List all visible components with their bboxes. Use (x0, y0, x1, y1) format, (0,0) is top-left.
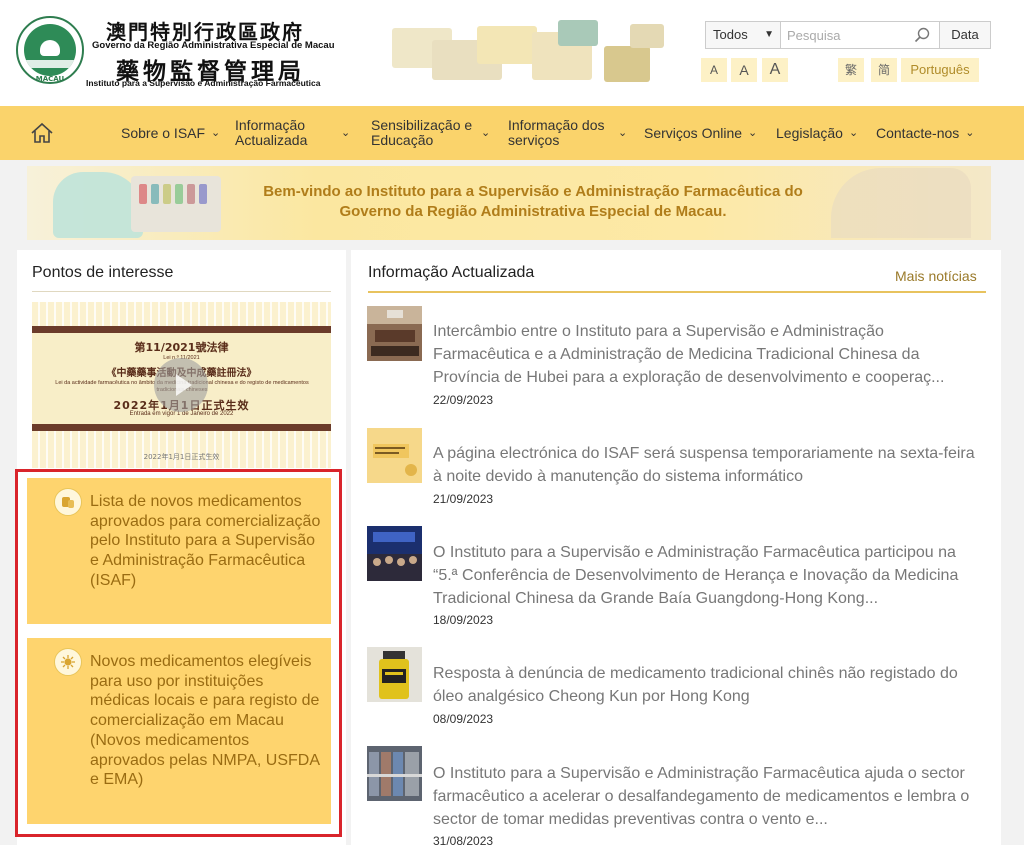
news-item-title[interactable]: A página electrónica do ISAF será suspen… (433, 442, 983, 488)
main-navigation: Sobre o ISAF ⌄ Informação Actualizada ⌄ Se… (0, 106, 1024, 160)
chevron-down-icon: ⌄ (341, 126, 351, 139)
nav-item-education[interactable]: Sensibilização e Educação ⌄ (371, 106, 495, 160)
news-thumbnail[interactable] (367, 428, 422, 483)
news-item-date: 08/09/2023 (433, 712, 494, 726)
nav-item-label: Sensibilização e Educação (371, 117, 473, 148)
more-news-link[interactable]: Mais notícias (895, 268, 977, 284)
chevron-down-icon: ⌄ (618, 126, 628, 139)
selection-highlight-box (15, 469, 342, 837)
divider (32, 291, 331, 292)
nav-item-label: Serviços Online (644, 124, 743, 141)
date-search-button[interactable]: Data (939, 21, 991, 49)
home-icon[interactable] (30, 122, 54, 144)
news-thumbnail[interactable] (367, 526, 422, 581)
points-of-interest-title: Pontos de interesse (32, 264, 174, 281)
nav-item-label: Contacte-nos (876, 124, 960, 141)
emblem-label: MACAU (35, 75, 65, 83)
chevron-down-icon: ⌄ (748, 126, 758, 139)
macau-emblem-logo[interactable]: MACAU (16, 16, 84, 84)
nav-item-contact[interactable]: Contacte-nos ⌄ (876, 106, 975, 160)
lang-traditional-chinese[interactable]: 繁 (838, 58, 864, 82)
font-size-large-button[interactable]: A (762, 58, 788, 82)
news-item-date: 31/08/2023 (433, 834, 494, 845)
nav-item-online-services[interactable]: Serviços Online ⌄ (644, 106, 757, 160)
font-size-medium-button[interactable]: A (731, 58, 757, 82)
nav-item-label: Sobre o ISAF (121, 124, 206, 141)
search-category-value: Todos (713, 27, 748, 42)
news-item-title[interactable]: O Instituto para a Supervisão e Administ… (433, 541, 983, 610)
law-card-caption: 2022年1月1日正式生效 (143, 453, 220, 461)
chevron-down-icon: ⌄ (211, 126, 221, 139)
font-size-small-button[interactable]: A (701, 58, 727, 82)
news-item-title[interactable]: Intercâmbio entre o Instituto para a Sup… (433, 320, 983, 389)
play-icon[interactable] (154, 358, 208, 412)
header-decorative-art (382, 18, 670, 88)
news-thumbnail[interactable] (367, 647, 422, 702)
news-item-title[interactable]: Resposta à denúncia de medicamento tradi… (433, 662, 983, 708)
institute-name-pt: Instituto para a Supervisão e Administra… (86, 78, 321, 88)
news-thumbnail[interactable] (367, 306, 422, 361)
government-name-pt: Governo da Região Administrativa Especia… (92, 40, 335, 51)
search-icon[interactable] (914, 27, 930, 43)
search-category-select[interactable]: Todos ▼ (705, 21, 781, 49)
chevron-down-icon: ⌄ (481, 126, 491, 139)
divider (368, 291, 986, 293)
lang-portuguese[interactable]: Português (901, 58, 979, 82)
latest-news-title: Informação Actualizada (368, 264, 535, 281)
news-item-date: 21/09/2023 (433, 492, 494, 506)
news-item-date: 22/09/2023 (433, 393, 494, 407)
news-item-title[interactable]: O Instituto para a Supervisão e Administ… (433, 762, 983, 831)
chevron-down-icon: ⌄ (965, 126, 975, 139)
nav-item-label: Informação Actualizada (235, 117, 308, 148)
chevron-down-icon: ⌄ (848, 126, 859, 139)
nav-item-label: Legislação (776, 124, 843, 141)
law-card-title: 第11/2021號法律 (134, 341, 229, 354)
welcome-line-2: Governo da Região Administrativa Especia… (339, 203, 727, 220)
chevron-down-icon: ▼ (764, 29, 774, 40)
welcome-banner: Bem-vindo ao Instituto para a Supervisão… (27, 166, 991, 240)
nav-item-news[interactable]: Informação Actualizada ⌄ (235, 106, 357, 160)
nav-item-label: Informação dos serviços (508, 117, 605, 148)
welcome-line-1: Bem-vindo ao Instituto para a Supervisão… (263, 183, 803, 200)
news-thumbnail[interactable] (367, 746, 422, 801)
news-item-date: 18/09/2023 (433, 613, 494, 627)
site-header: MACAU 澳門特別行政區政府 Governo da Região Admini… (0, 0, 1024, 106)
welcome-message: Bem-vindo ao Instituto para a Supervisão… (203, 182, 863, 222)
lang-simplified-chinese[interactable]: 简 (871, 58, 897, 82)
nav-item-legislation[interactable]: Legislação ⌄ (776, 106, 858, 160)
nav-item-about[interactable]: Sobre o ISAF ⌄ (121, 106, 220, 160)
nav-item-services-info[interactable]: Informação dos serviços ⌄ (508, 106, 630, 160)
